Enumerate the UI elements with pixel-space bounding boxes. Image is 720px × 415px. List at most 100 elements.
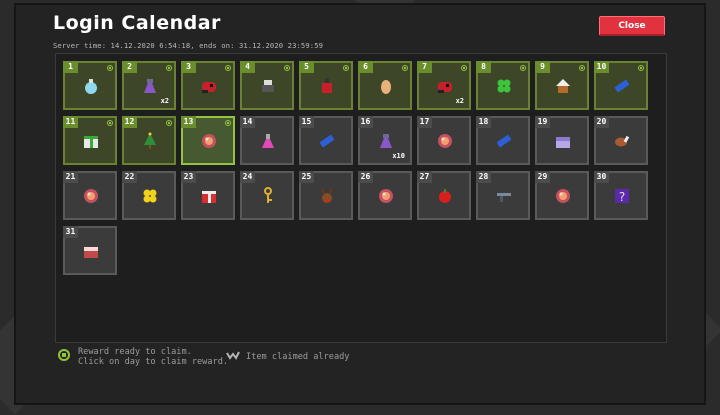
day-6-slot[interactable]: 6 [358, 61, 412, 110]
day-number: 19 [535, 116, 550, 128]
day-28-slot[interactable]: 28 [476, 171, 530, 220]
day-number: 24 [240, 171, 255, 183]
day-24-slot[interactable]: 24 [240, 171, 294, 220]
day-number: 5 [299, 61, 314, 73]
day-26-slot[interactable]: 26 [358, 171, 412, 220]
window-title: Login Calendar [53, 12, 221, 34]
claimed-check-icon [107, 120, 113, 126]
day-number: 22 [122, 171, 137, 183]
day-number: 1 [63, 61, 78, 73]
day-number: 14 [240, 116, 255, 128]
day-number: 2 [122, 61, 137, 73]
egg-icon [381, 80, 391, 94]
claimed-check-icon [343, 65, 349, 71]
orb-icon [84, 189, 98, 203]
mystery-box-icon: ? [615, 189, 629, 204]
pink-potion-icon [262, 134, 274, 148]
day-number: 16 [358, 116, 373, 128]
day-1-slot[interactable]: 1 [63, 61, 117, 110]
day-4-slot[interactable]: 4 [240, 61, 294, 110]
red-creature-icon [438, 82, 452, 93]
day-11-slot[interactable]: 11 [63, 116, 117, 165]
day-21-slot[interactable]: 21 [63, 171, 117, 220]
red-chest-icon [84, 247, 98, 258]
claimed-check-icon [402, 65, 408, 71]
red-creature-icon [202, 82, 216, 93]
day-number: 28 [476, 171, 491, 183]
claimed-check-icon [461, 65, 467, 71]
yellow-clover-icon [143, 189, 157, 203]
server-time: Server time: 14.12.2020 6:54:18, ends on… [53, 41, 324, 50]
day-7-slot[interactable]: 7 x2 [417, 61, 471, 110]
day-12-slot[interactable]: 12 [122, 116, 176, 165]
day-number: 29 [535, 171, 550, 183]
day-31-slot[interactable]: 31 [63, 226, 117, 275]
claimed-check-icon [107, 65, 113, 71]
day-5-slot[interactable]: 5 [299, 61, 353, 110]
item-quantity: x2 [160, 97, 169, 105]
day-9-slot[interactable]: 9 [535, 61, 589, 110]
day-20-slot[interactable]: 20 [594, 116, 648, 165]
day-number: 7 [417, 61, 432, 73]
day-29-slot[interactable]: 29 [535, 171, 589, 220]
day-number: 31 [63, 226, 78, 238]
blue-ticket-icon [496, 134, 512, 148]
day-13-slot[interactable]: 13 [181, 116, 235, 165]
claimed-check-icon [579, 65, 585, 71]
day-number: 3 [181, 61, 196, 73]
day-23-slot[interactable]: 23 [181, 171, 235, 220]
claimed-check-icon [520, 65, 526, 71]
potion-purple-icon [144, 79, 156, 93]
claimed-check-icon [638, 65, 644, 71]
day-number: 6 [358, 61, 373, 73]
gingerbread-house-icon [556, 79, 570, 93]
gun-icon [497, 193, 511, 202]
svg-text:?: ? [619, 190, 625, 204]
day-25-slot[interactable]: 25 [299, 171, 353, 220]
day-17-slot[interactable]: 17 [417, 116, 471, 165]
legend-claimed-text: Item claimed already [246, 352, 350, 362]
day-30-slot[interactable]: 30? [594, 171, 648, 220]
potion-purple-icon [380, 134, 392, 148]
blue-ticket-icon [319, 134, 335, 148]
clover-icon [497, 79, 511, 93]
day-18-slot[interactable]: 18 [476, 116, 530, 165]
pot-icon [262, 80, 274, 92]
claimed-check-icon [284, 65, 290, 71]
day-number: 20 [594, 116, 609, 128]
potion-blue-icon [85, 79, 97, 94]
day-number: 18 [476, 116, 491, 128]
day-16-slot[interactable]: 16 x10 [358, 116, 412, 165]
day-number: 13 [181, 116, 196, 128]
day-number: 8 [476, 61, 491, 73]
day-22-slot[interactable]: 22 [122, 171, 176, 220]
day-number: 30 [594, 171, 609, 183]
day-3-slot[interactable]: 3 [181, 61, 235, 110]
red-jar-icon [322, 78, 332, 93]
day-number: 17 [417, 116, 432, 128]
claimed-check-icon [166, 65, 172, 71]
close-button[interactable]: Close [599, 16, 665, 36]
day-number: 23 [181, 171, 196, 183]
day-15-slot[interactable]: 15 [299, 116, 353, 165]
claimed-check-icon [225, 120, 231, 126]
day-number: 27 [417, 171, 432, 183]
item-quantity: x10 [392, 152, 405, 160]
legend-ready-text-1: Reward ready to claim. [78, 347, 192, 357]
red-gift-icon [202, 191, 216, 203]
chest-icon [556, 137, 570, 148]
xmas-tree-icon [144, 132, 156, 149]
day-number: 15 [299, 116, 314, 128]
blue-ticket-icon [614, 79, 630, 93]
day-number: 11 [63, 116, 78, 128]
day-27-slot[interactable]: 27 [417, 171, 471, 220]
day-2-slot[interactable]: 2 x2 [122, 61, 176, 110]
day-8-slot[interactable]: 8 [476, 61, 530, 110]
orb-icon [556, 189, 570, 203]
day-14-slot[interactable]: 14 [240, 116, 294, 165]
day-19-slot[interactable]: 19 [535, 116, 589, 165]
day-10-slot[interactable]: 10 [594, 61, 648, 110]
orb-icon [202, 134, 216, 148]
day-number: 26 [358, 171, 373, 183]
claimed-check-icon [225, 65, 231, 71]
